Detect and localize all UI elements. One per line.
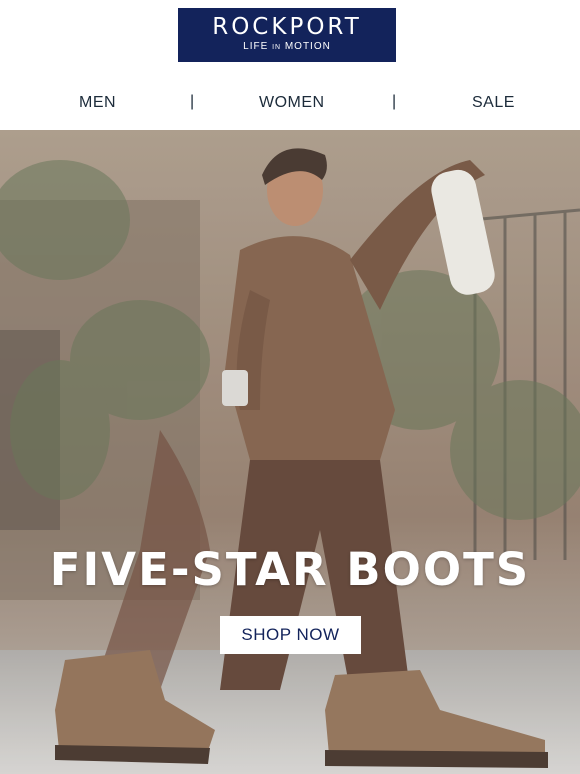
nav-link-men[interactable]: MEN xyxy=(79,94,116,112)
nav-link-sale[interactable]: SALE xyxy=(472,94,515,112)
category-nav: MEN | WOMEN | SALE xyxy=(0,78,580,130)
hero-photo xyxy=(0,130,580,774)
nav-link-women[interactable]: WOMEN xyxy=(259,94,325,112)
nav-separator: | xyxy=(392,93,397,110)
nav-separator: | xyxy=(190,93,195,110)
hero-headline: FIVE-STAR BOOTS xyxy=(49,543,531,596)
hero-banner[interactable]: FIVE-STAR BOOTS SHOP NOW xyxy=(0,130,580,774)
logo-wordmark: ROCKPORT xyxy=(212,14,362,40)
shop-now-button[interactable]: SHOP NOW xyxy=(220,616,361,654)
logo-tagline: LIFE IN MOTION xyxy=(243,41,331,52)
email-header: ROCKPORT LIFE IN MOTION xyxy=(0,0,580,78)
rockport-logo[interactable]: ROCKPORT LIFE IN MOTION xyxy=(178,8,396,62)
